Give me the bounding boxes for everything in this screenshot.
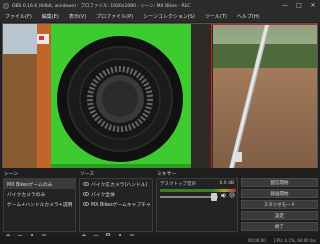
menu-help[interactable]: ヘルプ(H) xyxy=(237,13,260,20)
minimize-button[interactable]: — xyxy=(278,0,292,11)
eye-icon[interactable] xyxy=(83,202,89,207)
settings-button[interactable]: 設定 xyxy=(241,211,318,220)
title-bar: OBS 0.16.6 (64bit, windows) - プロファイル: 19… xyxy=(0,0,320,11)
preview-area[interactable] xyxy=(0,22,320,169)
obs-app-icon xyxy=(3,2,9,9)
source-item[interactable]: バイク広カメラ(ハンドル) xyxy=(80,179,152,189)
volume-slider-handle[interactable] xyxy=(211,193,217,201)
mixer-title: ミキサー xyxy=(157,172,177,177)
maximize-button[interactable]: □ xyxy=(292,0,306,11)
speaker-icon[interactable] xyxy=(221,192,227,199)
window-title: OBS 0.16.6 (64bit, windows) - プロファイル: 19… xyxy=(12,3,191,9)
menu-tools[interactable]: ツール(T) xyxy=(205,13,227,20)
sources-title: ソース xyxy=(80,172,95,177)
eye-icon[interactable] xyxy=(83,182,89,187)
close-button[interactable]: ✕ xyxy=(306,0,320,11)
scenes-title: シーン xyxy=(4,172,19,177)
scenes-list[interactable]: MX Bikesゲームのみ バイクカメラのみ ゲーム+ハンドルカメラ+説明 xyxy=(3,178,76,232)
menu-profile[interactable]: プロファイル(P) xyxy=(96,13,133,20)
gear-icon[interactable] xyxy=(229,192,235,198)
preview-canvas[interactable] xyxy=(2,23,318,169)
window-controls: — □ ✕ xyxy=(278,0,320,11)
menu-file[interactable]: ファイル(F) xyxy=(5,13,32,20)
menu-edit[interactable]: 編集(E) xyxy=(42,13,59,20)
eye-icon[interactable] xyxy=(83,192,89,197)
source-item[interactable]: MX Bikesゲームキャプチャ xyxy=(80,199,152,209)
menu-view[interactable]: 表示(V) xyxy=(69,13,86,20)
menu-scene-collection[interactable]: シーンコレクション(S) xyxy=(143,13,195,20)
status-time: 00:00:00 xyxy=(247,237,266,243)
studio-mode-button[interactable]: スタジオモード xyxy=(241,200,318,209)
mixer-track-db: 0.0 dB xyxy=(219,181,234,186)
scene-item[interactable]: MX Bikesゲームのみ xyxy=(4,179,75,189)
sources-list[interactable]: バイク広カメラ(ハンドル) バイク全体 MX Bikesゲームキャプチャ xyxy=(79,178,153,232)
scene-item[interactable]: ゲーム+ハンドルカメラ+説明 xyxy=(4,199,75,209)
source-label: バイク全体 xyxy=(91,192,115,198)
status-cpu: CPU: 0.1%, 60.00 fps xyxy=(273,237,316,243)
exit-button[interactable]: 終了 xyxy=(241,222,318,231)
source-label: バイク広カメラ(ハンドル) xyxy=(91,182,148,188)
menu-bar: ファイル(F) 編集(E) 表示(V) プロファイル(P) シーンコレクション(… xyxy=(0,11,320,22)
scene-item[interactable]: バイクカメラのみ xyxy=(4,189,75,199)
bottom-dock: シーン ソース ミキサー MX Bikesゲームのみ バイクカメラのみ ゲーム+… xyxy=(0,168,320,244)
tire-image xyxy=(57,36,183,162)
audio-mixer: デスクトップ音声 0.0 dB xyxy=(156,178,238,232)
volume-slider[interactable] xyxy=(160,196,218,198)
source-item[interactable]: バイク全体 xyxy=(80,189,152,199)
status-bar: 00:00:00 CPU: 0.1%, 60.00 fps xyxy=(0,236,320,244)
controls-panel: 配信開始 録画開始 スタジオモード 設定 終了 xyxy=(241,178,318,232)
start-recording-button[interactable]: 録画開始 xyxy=(241,189,318,198)
source-label: MX Bikesゲームキャプチャ xyxy=(91,202,151,208)
mixer-track-name: デスクトップ音声 xyxy=(160,182,196,187)
preview-gap xyxy=(191,24,213,168)
game-capture-left xyxy=(3,24,51,168)
selected-source-outline[interactable] xyxy=(211,24,317,168)
start-streaming-button[interactable]: 配信開始 xyxy=(241,178,318,187)
